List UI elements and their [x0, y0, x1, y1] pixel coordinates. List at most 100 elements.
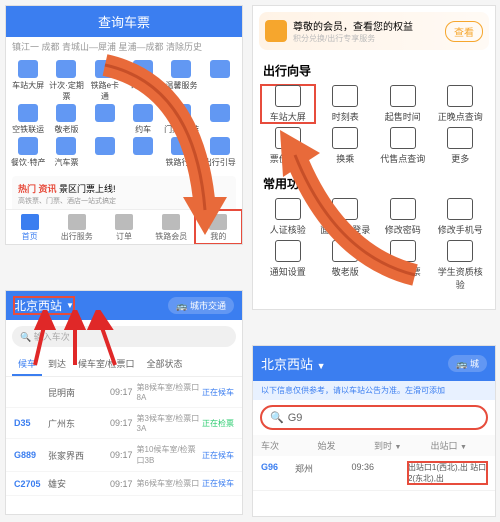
- more-icon: [210, 104, 230, 122]
- grid-item[interactable]: [87, 104, 123, 135]
- order-icon: [115, 214, 133, 230]
- ad-tag: 热门 资讯: [18, 184, 57, 194]
- train-time: 09:17: [103, 387, 133, 397]
- train-gate: 第8候车室/检票口8A: [133, 382, 202, 402]
- guide-more[interactable]: 更多: [434, 127, 488, 165]
- clock-icon: [332, 85, 358, 107]
- common-student[interactable]: 学生资质核验: [434, 240, 488, 291]
- common-password[interactable]: 修改密码: [376, 198, 430, 236]
- common-refund[interactable]: 快捷退票: [376, 240, 430, 291]
- col-from[interactable]: 始发: [318, 439, 375, 452]
- train-status: 正在检票: [202, 418, 234, 429]
- food-icon: [18, 137, 38, 155]
- guide-sale-time[interactable]: 起售时间: [376, 85, 430, 123]
- station-header: 北京西站 ▼ 🚌 城市交通: [6, 291, 242, 320]
- card-icon: [95, 60, 115, 78]
- ad-banner[interactable]: 热门 资讯 景区门票上线! 高铁票、门票、酒店一站式搞定: [12, 176, 236, 212]
- col-arrive[interactable]: 到时 ▼: [374, 439, 431, 452]
- grid-item[interactable]: [202, 60, 238, 102]
- tour-icon: [171, 104, 191, 122]
- tab-all[interactable]: 全部状态: [141, 353, 189, 376]
- train-row[interactable]: G889 张家界西 09:17 第10候车室/检票口3B 正在候车: [6, 439, 242, 472]
- grid-item[interactable]: 空铁联运: [10, 104, 46, 135]
- search-input[interactable]: 🔍 输入车次: [12, 326, 236, 347]
- common-phone[interactable]: 修改手机号: [434, 198, 488, 236]
- nav-member[interactable]: 铁路会员: [148, 210, 195, 244]
- city-traffic-button[interactable]: 🚌 城: [448, 355, 487, 372]
- train-row[interactable]: 昆明南 09:17 第8候车室/检票口8A 正在候车: [6, 377, 242, 408]
- grid-item[interactable]: 铁路e卡通: [87, 60, 123, 102]
- guide-agent[interactable]: 代售点查询: [376, 127, 430, 165]
- train-dest: 雄安: [48, 477, 103, 490]
- common-id-verify[interactable]: 人证核验: [261, 198, 315, 236]
- table-row[interactable]: G96 郑州 09:36 出站口1(西北),出 站口2(东北),出: [253, 456, 495, 491]
- common-elder[interactable]: 敬老版: [319, 240, 373, 291]
- heart-icon: [171, 60, 191, 78]
- train-list: 昆明南 09:17 第8候车室/检票口8A 正在候车 D35 广州东 09:17…: [6, 377, 242, 496]
- guide-station-screen[interactable]: 车站大屏: [261, 85, 315, 123]
- train-time: 09:17: [103, 450, 133, 460]
- member-icon: [162, 214, 180, 230]
- station-dropdown[interactable]: 北京西站 ▼: [261, 354, 326, 373]
- nav-my[interactable]: 我的: [195, 210, 242, 244]
- blank-icon: [133, 137, 153, 155]
- shop-icon: [390, 127, 416, 149]
- header-title: 查询车票: [6, 6, 242, 37]
- grid-item[interactable]: 时刻表: [125, 60, 161, 102]
- train-from: 郑州: [295, 462, 351, 475]
- nav-home[interactable]: 首页: [6, 210, 53, 244]
- nav-travel[interactable]: 出行服务: [53, 210, 100, 244]
- refund-icon: [390, 240, 416, 262]
- shield-icon: [265, 20, 287, 42]
- bus-icon: 🚌: [176, 301, 187, 311]
- train-dest: 张家界西: [48, 449, 103, 462]
- train-row[interactable]: D35 广州东 09:17 第3候车室/检票口3A 正在检票: [6, 408, 242, 439]
- grid-item[interactable]: 汽车票: [48, 137, 84, 168]
- screen-icon: [275, 85, 301, 107]
- bell-icon: [275, 240, 301, 262]
- grid-item[interactable]: [125, 137, 161, 168]
- guide-grid: 车站大屏 时刻表 起售时间 正晚点查询 票价查询 换乘 代售点查询 更多: [253, 81, 495, 169]
- guide-price[interactable]: 票价查询: [261, 127, 315, 165]
- col-train[interactable]: 车次: [261, 439, 318, 452]
- phone-icon: [447, 198, 473, 220]
- station-dropdown[interactable]: 北京西站 ▼: [14, 297, 74, 314]
- grid-item[interactable]: 铁路行李: [163, 137, 199, 168]
- nav-orders[interactable]: 订单: [100, 210, 147, 244]
- tab-waiting[interactable]: 候车: [12, 353, 42, 376]
- tab-arrival[interactable]: 到达: [42, 353, 72, 376]
- lock-icon: [390, 198, 416, 220]
- face-icon: [332, 198, 358, 220]
- chevron-down-icon: ▼: [317, 361, 326, 371]
- grid-item[interactable]: 出行引导: [202, 137, 238, 168]
- view-button[interactable]: 查看: [445, 21, 483, 42]
- common-notify[interactable]: 通知设置: [261, 240, 315, 291]
- luggage-icon: [171, 137, 191, 155]
- train-dest: 昆明南: [48, 386, 103, 399]
- train-row[interactable]: C2705 雄安 09:17 第6候车室/检票口 正在候车: [6, 472, 242, 496]
- grid-item[interactable]: 计次·定期票: [48, 60, 84, 102]
- tab-gate[interactable]: 候车室/检票口: [72, 353, 141, 376]
- search-field[interactable]: 🔍 G9: [261, 406, 487, 429]
- col-exit[interactable]: 出站口 ▼: [431, 439, 488, 452]
- bus-icon: [95, 104, 115, 122]
- city-traffic-button[interactable]: 🚌 城市交通: [168, 297, 234, 314]
- member-banner[interactable]: 尊敬的会员，查看您的权益 积分兑换/出行专享服务 查看: [259, 12, 489, 50]
- grid-item[interactable]: 约车: [125, 104, 161, 135]
- common-faceid[interactable]: 面容 ID 登录: [319, 198, 373, 236]
- guide-transfer[interactable]: 换乘: [319, 127, 373, 165]
- guide-delay[interactable]: 正晚点查询: [434, 85, 488, 123]
- search-value: G9: [288, 412, 303, 424]
- guide-icon: [210, 137, 230, 155]
- guide-timetable[interactable]: 时刻表: [319, 85, 373, 123]
- train-gate: 第6候车室/检票口: [133, 478, 202, 489]
- grid-item[interactable]: 敬老版: [48, 104, 84, 135]
- grid-item[interactable]: 车站大屏: [10, 60, 46, 102]
- recent-routes[interactable]: 镇江一 成都 青城山—犀浦 星浦—成都 清除历史: [6, 37, 242, 56]
- grid-item[interactable]: 温馨服务: [163, 60, 199, 102]
- grid-item[interactable]: 门票·旅游: [163, 104, 199, 135]
- grid-item[interactable]: 餐饮·特产: [10, 137, 46, 168]
- ad-line2: 高铁票、门票、酒店一站式搞定: [18, 198, 116, 205]
- grid-item[interactable]: [87, 137, 123, 168]
- grid-item[interactable]: [202, 104, 238, 135]
